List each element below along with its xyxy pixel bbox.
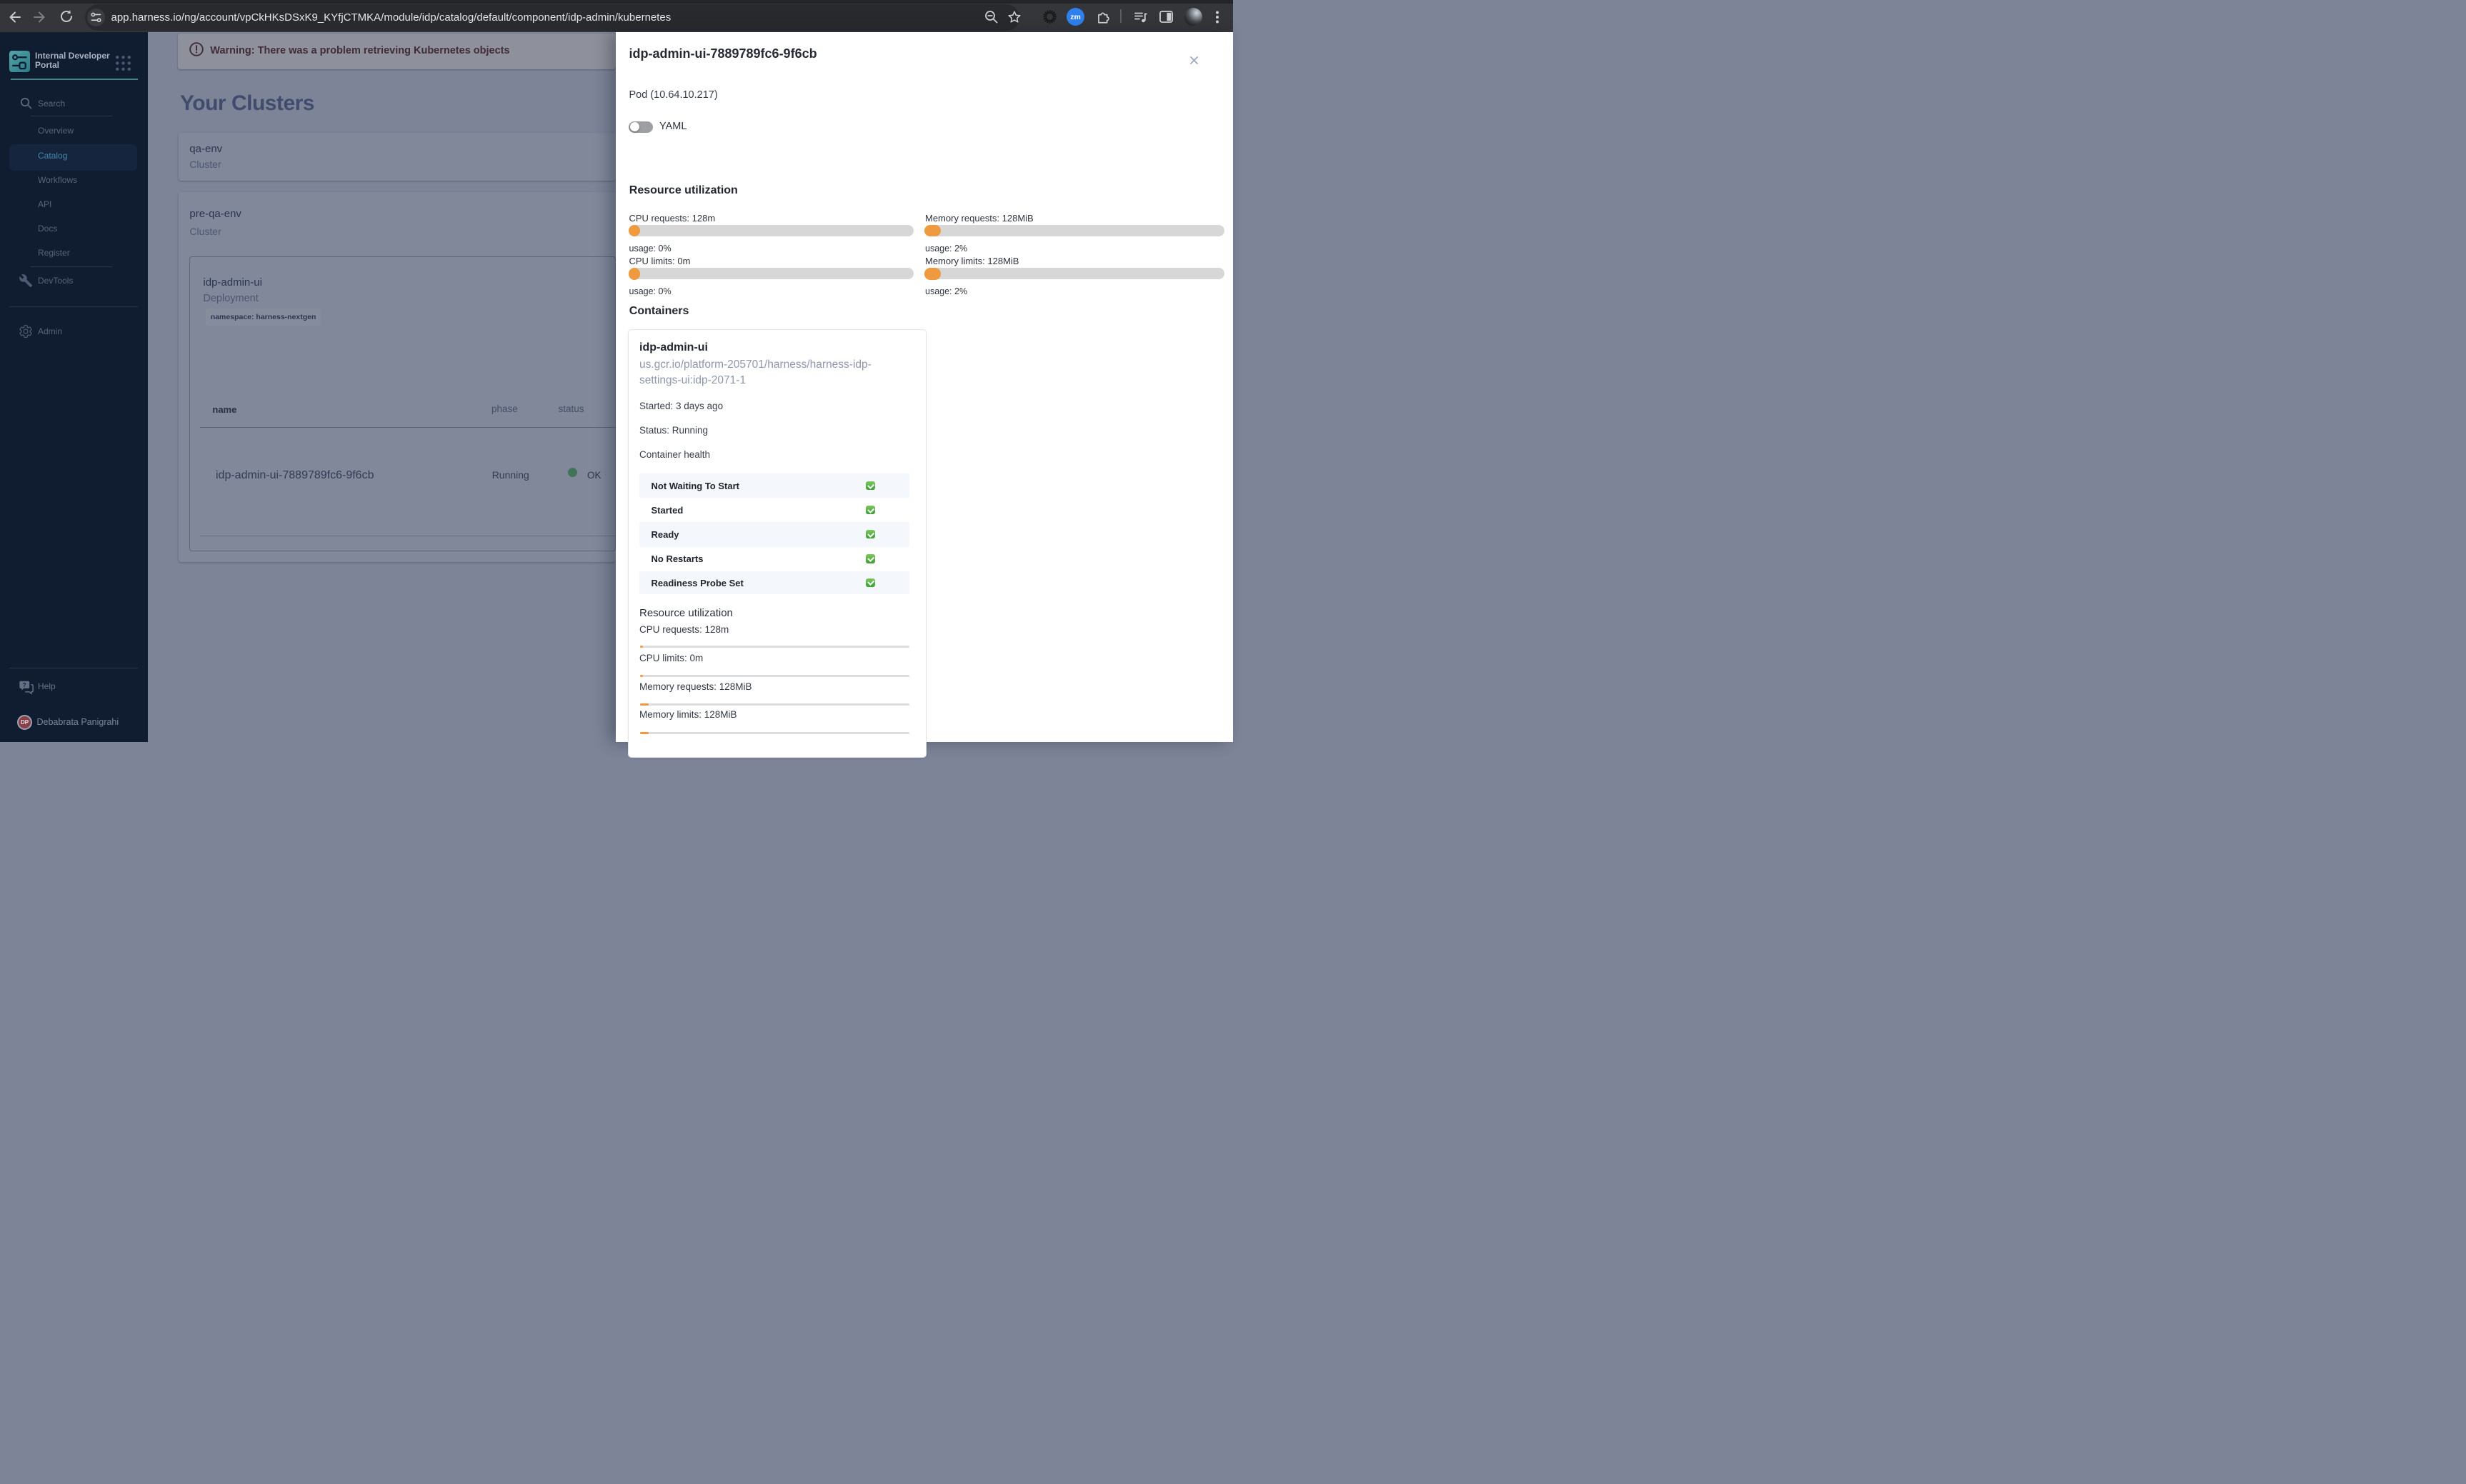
svg-text:?: ? [22,681,26,688]
